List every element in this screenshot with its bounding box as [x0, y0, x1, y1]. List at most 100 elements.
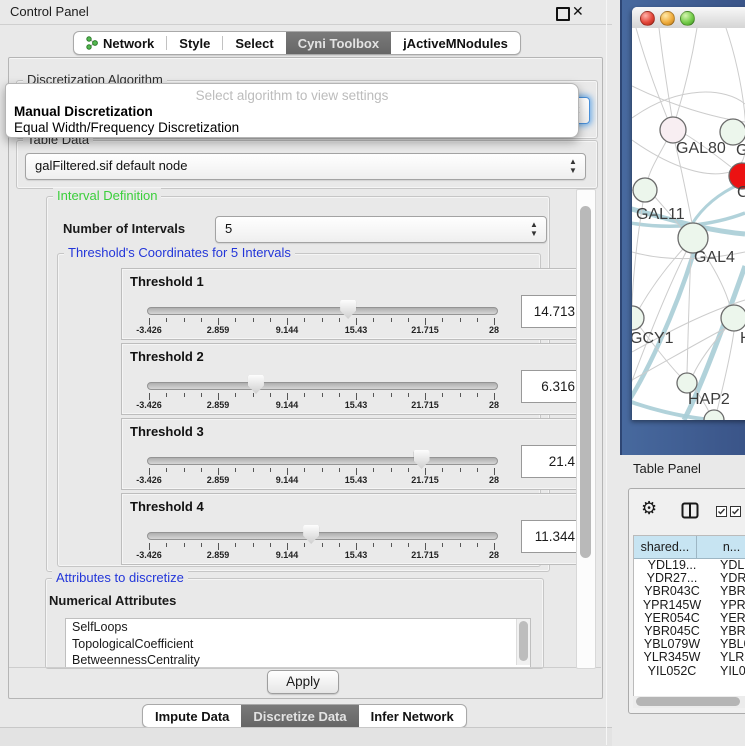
split-view-icon[interactable] — [681, 502, 699, 519]
tab-cyni-toolbox[interactable]: Cyni Toolbox — [286, 32, 391, 54]
scrollbar-thumb[interactable] — [580, 206, 591, 558]
slider-tick — [322, 468, 323, 472]
scrollbar-thumb[interactable] — [519, 621, 528, 661]
slider-track[interactable] — [147, 382, 498, 390]
slider-tick — [149, 468, 150, 475]
slider-tick — [408, 468, 409, 472]
network-edge[interactable] — [659, 28, 672, 117]
slider-tick — [184, 393, 185, 397]
table-row[interactable]: YPR145WYPR145W — [634, 599, 745, 612]
slider-tick — [460, 318, 461, 322]
tab-style[interactable]: Style — [167, 32, 222, 54]
algorithm-option-manual[interactable]: Manual Discretization — [14, 104, 153, 119]
gear-icon[interactable]: ⚙ — [641, 498, 657, 519]
cell-name[interactable]: YIL052C — [710, 665, 745, 678]
threshold-value-field[interactable]: 6.316 — [521, 370, 581, 403]
cell-shared-name[interactable]: YPR145W — [634, 599, 710, 612]
slider-tick — [425, 543, 426, 550]
close-traffic-light-icon[interactable] — [640, 11, 655, 26]
table-row[interactable]: YBR043CYBR043C — [634, 585, 745, 598]
checkbox-checked-icon[interactable] — [716, 506, 727, 517]
threshold-value-field[interactable]: 11.344 — [521, 520, 581, 553]
threshold-value-field[interactable]: 21.4 — [521, 445, 581, 478]
slider-tick — [494, 393, 495, 400]
cell-name[interactable]: YER054C — [710, 612, 745, 625]
slider-tick-label: 28 — [489, 400, 499, 410]
column-header-name[interactable]: n... — [697, 536, 745, 558]
number-of-intervals-combobox[interactable]: 5 ▲▼ — [215, 216, 547, 243]
cell-shared-name[interactable]: YER054C — [634, 612, 710, 625]
network-edge[interactable] — [676, 28, 697, 118]
slider-tick-label: 9.144 — [276, 475, 299, 485]
cell-name[interactable]: YLR345W — [710, 651, 745, 664]
tab-select[interactable]: Select — [223, 32, 285, 54]
network-edge[interactable] — [632, 86, 745, 122]
network-node-GAL11[interactable] — [633, 178, 657, 202]
attribute-item[interactable]: TopologicalCoefficient — [66, 636, 530, 653]
scrollbar-thumb[interactable] — [636, 697, 740, 706]
tab-discretize-data[interactable]: Discretize Data — [241, 705, 358, 727]
attribute-item[interactable]: BetweennessCentrality — [66, 652, 530, 668]
attribute-item[interactable]: SelfLoops — [66, 619, 530, 636]
slider-tick — [425, 393, 426, 400]
cell-name[interactable]: YBR043C — [710, 585, 745, 598]
settings-scrollbar[interactable] — [576, 189, 596, 669]
split-pane-divider[interactable] — [606, 0, 607, 745]
network-edge[interactable] — [632, 92, 745, 118]
zoom-traffic-light-icon[interactable] — [680, 11, 695, 26]
slider-track[interactable] — [147, 532, 498, 540]
slider-tick — [235, 318, 236, 322]
slider-tick-label: 28 — [489, 475, 499, 485]
tab-infer-network[interactable]: Infer Network — [359, 705, 466, 727]
numerical-attributes-list[interactable]: SelfLoopsTopologicalCoefficientBetweenne… — [65, 618, 531, 668]
algorithm-option-equal-width[interactable]: Equal Width/Frequency Discretization — [14, 120, 239, 135]
minimize-traffic-light-icon[interactable] — [660, 11, 675, 26]
cell-shared-name[interactable]: YBR043C — [634, 585, 710, 598]
slider-tick-label: 2.859 — [207, 325, 230, 335]
slider-tick-label: 2.859 — [207, 550, 230, 560]
network-node-label: HAP2 — [688, 391, 730, 408]
slider-thumb[interactable] — [248, 375, 264, 394]
slider-tick — [391, 318, 392, 322]
cell-name[interactable]: YPR145W — [710, 599, 745, 612]
slider-track[interactable] — [147, 307, 498, 315]
table-horizontal-scrollbar[interactable] — [633, 696, 745, 708]
table-data-group: Table Data galFiltered.sif default node … — [16, 140, 598, 189]
slider-tick — [287, 468, 288, 475]
slider-thumb[interactable] — [414, 450, 430, 469]
network-node-node-H[interactable] — [721, 305, 745, 331]
slider-tick-label: 28 — [489, 325, 499, 335]
network-node-GCY1[interactable] — [632, 306, 644, 330]
network-window-titlebar[interactable] — [632, 7, 745, 29]
tab-network[interactable]: Network — [74, 32, 166, 54]
cell-shared-name[interactable]: YIL052C — [634, 665, 710, 678]
network-node-node-bottom[interactable] — [704, 410, 724, 420]
close-icon[interactable]: ✕ — [572, 3, 584, 20]
slider-track[interactable] — [147, 457, 498, 465]
network-canvas[interactable]: GAL80GACGAL11GAL4GCY1HHAP2 — [632, 28, 745, 420]
table-row[interactable]: YER054CYER054C — [634, 612, 745, 625]
slider-tick-label: 2.859 — [207, 475, 230, 485]
column-header-shared-name[interactable]: shared... — [634, 536, 697, 558]
network-node-HAP2[interactable] — [677, 373, 697, 393]
table-row[interactable]: YIL052CYIL052C — [634, 665, 745, 678]
threshold-value-field[interactable]: 14.713 — [521, 295, 581, 328]
checkbox-checked-icon[interactable] — [730, 506, 741, 517]
slider-tick — [442, 318, 443, 322]
slider-tick — [477, 468, 478, 472]
slider-tick — [408, 543, 409, 547]
tab-jactivemnodules[interactable]: jActiveMNodules — [391, 32, 520, 54]
slider-thumb[interactable] — [340, 300, 356, 319]
apply-button[interactable]: Apply — [267, 670, 339, 694]
attributes-scrollbar[interactable] — [516, 619, 530, 665]
slider-thumb[interactable] — [303, 525, 319, 544]
cell-shared-name[interactable]: YLR345W — [634, 651, 710, 664]
float-window-icon[interactable] — [556, 7, 570, 21]
table-row[interactable]: YLR345WYLR345W — [634, 651, 745, 664]
slider-tick-label: 9.144 — [276, 400, 299, 410]
table-data-combobox[interactable]: galFiltered.sif default node ▲▼ — [25, 153, 586, 180]
slider-tick — [373, 393, 374, 397]
slider-tick — [304, 318, 305, 322]
tab-impute-data[interactable]: Impute Data — [143, 705, 241, 727]
slider-tick — [373, 318, 374, 322]
